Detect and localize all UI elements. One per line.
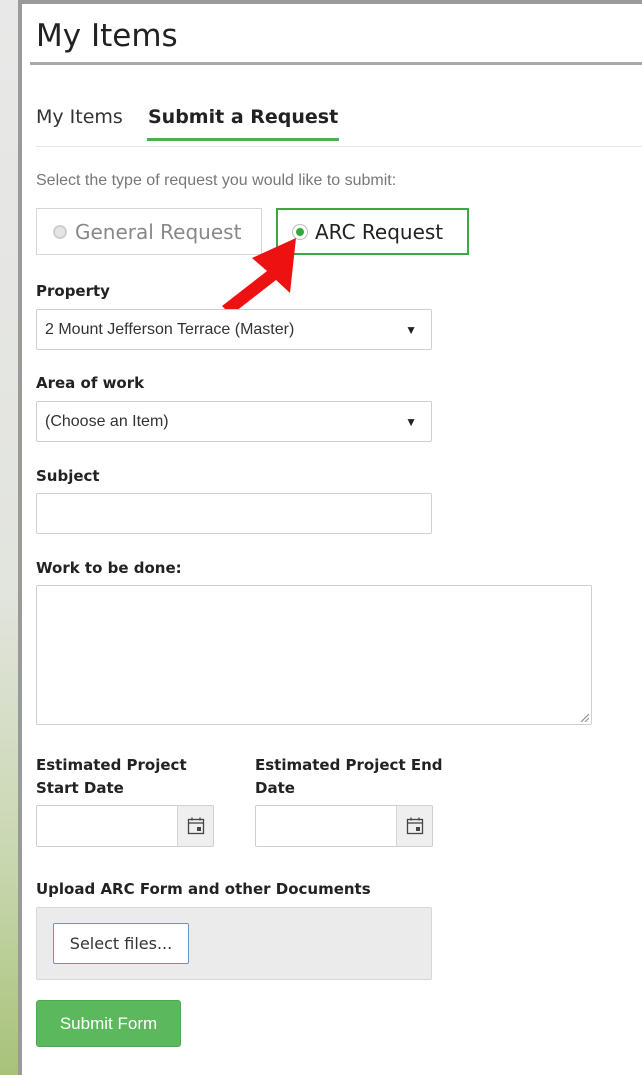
tab-submit-a-request[interactable]: Submit a Request xyxy=(147,104,340,141)
area-of-work-label: Area of work xyxy=(36,374,145,392)
page-header: My Items xyxy=(30,4,642,65)
calendar-icon xyxy=(187,817,204,835)
property-value: 2 Mount Jefferson Terrace (Master) xyxy=(45,320,295,338)
red-arrow-icon xyxy=(222,238,296,315)
upload-label: Upload ARC Form and other Documents xyxy=(36,880,371,898)
end-date-input[interactable] xyxy=(255,805,433,847)
area-of-work-value: (Choose an Item) xyxy=(45,412,169,430)
start-date-label: Estimated Project Start Date xyxy=(36,756,187,797)
work-to-be-done-label: Work to be done: xyxy=(36,559,182,577)
upload-dropzone[interactable]: Select files... xyxy=(36,907,432,980)
caret-down-icon: ▼ xyxy=(405,323,417,337)
area-of-work-select[interactable]: (Choose an Item) ▼ xyxy=(36,401,432,442)
end-date-label: Estimated Project End Date xyxy=(255,756,443,797)
property-select[interactable]: 2 Mount Jefferson Terrace (Master) ▼ xyxy=(36,309,432,350)
calendar-icon xyxy=(406,817,423,835)
submit-form-button[interactable]: Submit Form xyxy=(36,1000,181,1047)
request-type-instruction: Select the type of request you would lik… xyxy=(36,172,397,189)
arc-request-label: ARC Request xyxy=(315,219,444,244)
property-label: Property xyxy=(36,282,110,300)
caret-down-icon: ▼ xyxy=(405,415,417,429)
tab-bar: My Items Submit a Request xyxy=(36,104,642,147)
resize-grip-icon[interactable] xyxy=(579,712,589,722)
select-files-button[interactable]: Select files... xyxy=(53,923,189,964)
app-panel: My Items My Items Submit a Request Selec… xyxy=(18,0,642,1075)
start-date-calendar-button[interactable] xyxy=(177,806,213,846)
arc-request-radio[interactable]: ARC Request xyxy=(276,208,469,255)
work-to-be-done-textarea[interactable] xyxy=(36,585,592,725)
window-edge xyxy=(0,0,18,1075)
start-date-input[interactable] xyxy=(36,805,214,847)
subject-label: Subject xyxy=(36,467,100,485)
tab-my-items[interactable]: My Items xyxy=(36,104,123,138)
page-title: My Items xyxy=(36,18,178,54)
subject-input[interactable] xyxy=(36,493,432,534)
end-date-calendar-button[interactable] xyxy=(396,806,432,846)
radio-unselected-icon xyxy=(53,224,67,239)
